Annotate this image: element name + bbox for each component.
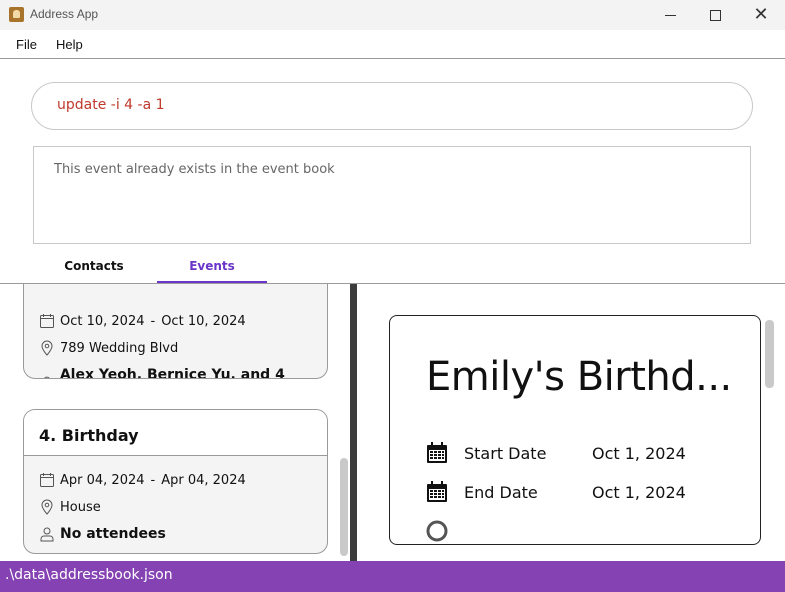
event-attendees: No attendees [60, 526, 166, 542]
calendar-icon [427, 442, 447, 463]
event-card[interactable]: Oct 10, 2024 - Oct 10, 2024 789 Wedding … [23, 284, 328, 379]
location-icon [426, 520, 448, 542]
event-location-row: 789 Wedding Blvd [39, 340, 178, 356]
tab-events[interactable]: Events [157, 255, 267, 283]
event-card[interactable]: 4. Birthday Apr 04, 2024 - Apr 04, 2024 … [23, 409, 328, 554]
event-detail-card: Emily's Birthd... Start Date Oct 1, 2024… [389, 315, 761, 545]
event-detail-panel[interactable]: Emily's Birthd... Start Date Oct 1, 2024… [357, 284, 785, 561]
person-icon [44, 376, 50, 378]
minimize-icon [664, 14, 676, 16]
maximize-icon [709, 9, 721, 21]
detail-start-row: Start Date Oct 1, 2024 [426, 442, 686, 464]
status-bar: .\data\addressbook.json [0, 561, 785, 592]
result-message: This event already exists in the event b… [54, 162, 335, 177]
end-date-label: End Date [464, 482, 538, 502]
calendar-outline-icon [40, 314, 54, 328]
location-pin-icon [41, 340, 53, 356]
end-date-value: Oct 1, 2024 [592, 482, 686, 502]
event-attendees: Alex Yeoh, Bernice Yu, and 4 more [59, 367, 285, 379]
event-location: House [60, 499, 101, 515]
event-end-date: Apr 04, 2024 [161, 472, 246, 488]
tab-bar: Contacts Events [0, 255, 785, 284]
calendar-icon [427, 481, 447, 502]
event-date-row: Oct 10, 2024 - Oct 10, 2024 [39, 313, 246, 329]
event-start-date: Oct 10, 2024 [60, 313, 145, 329]
calendar-outline-icon [40, 473, 54, 487]
minimize-button[interactable] [647, 0, 693, 30]
close-icon: ✕ [753, 4, 769, 25]
event-title: 4. Birthday [39, 426, 139, 445]
save-location-path: .\data\addressbook.json [5, 567, 173, 583]
event-list-scrollbar[interactable] [340, 458, 348, 556]
event-card-header: 4. Birthday [24, 410, 327, 456]
event-location: 789 Wedding Blvd [60, 340, 179, 356]
maximize-button[interactable] [692, 0, 738, 30]
event-detail-scrollbar[interactable] [765, 320, 774, 388]
title-bar: Address App ✕ [0, 0, 785, 30]
event-location-row: House [39, 499, 101, 515]
person-icon [40, 527, 54, 542]
detail-end-row: End Date Oct 1, 2024 [426, 481, 686, 503]
location-pin-icon [41, 499, 53, 515]
window-title: Address App [30, 7, 99, 21]
result-display[interactable]: This event already exists in the event b… [33, 146, 751, 244]
command-input-value: update -i 4 -a 1 [57, 97, 165, 113]
event-attendees-row: Alex Yeoh, Bernice Yu, and 4 more [39, 367, 327, 379]
menu-help[interactable]: Help [56, 37, 83, 52]
detail-location-row [426, 520, 464, 542]
date-separator: - [150, 313, 156, 329]
app-icon [9, 7, 24, 22]
event-start-date: Apr 04, 2024 [60, 472, 145, 488]
event-date-row: Apr 04, 2024 - Apr 04, 2024 [39, 472, 246, 488]
close-button[interactable]: ✕ [738, 0, 784, 30]
event-detail-title: Emily's Birthd... [426, 354, 732, 400]
event-end-date: Oct 10, 2024 [161, 313, 246, 329]
menu-file[interactable]: File [16, 37, 37, 52]
event-list-panel[interactable]: Oct 10, 2024 - Oct 10, 2024 789 Wedding … [0, 284, 350, 561]
command-input[interactable]: update -i 4 -a 1 [31, 82, 753, 130]
split-pane-divider[interactable] [350, 284, 357, 561]
menu-bar: File Help [0, 30, 785, 59]
event-attendees-row: No attendees [39, 526, 166, 542]
start-date-label: Start Date [464, 443, 547, 463]
date-separator: - [150, 472, 156, 488]
tab-contacts[interactable]: Contacts [39, 255, 149, 283]
start-date-value: Oct 1, 2024 [592, 443, 686, 463]
